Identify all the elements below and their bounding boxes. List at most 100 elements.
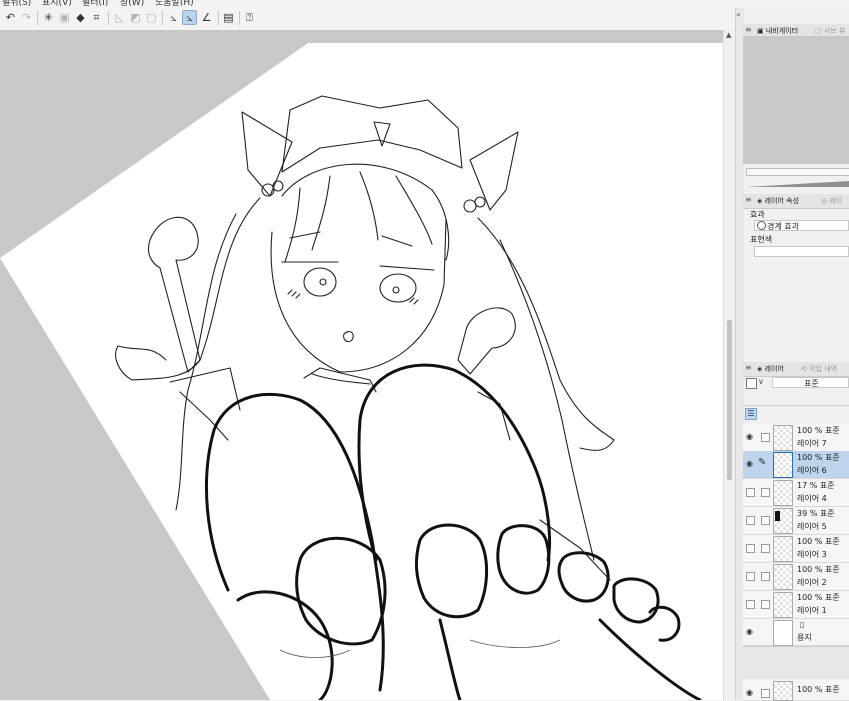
artwork-canvas[interactable] (0, 30, 723, 700)
notes-icon[interactable]: ▤ (221, 10, 236, 25)
tab-sub-view[interactable]: ▢ 서브 뷰 (815, 26, 845, 36)
ruler-pen-icon[interactable]: ⦣ (166, 10, 181, 25)
layer-visibility-checkbox[interactable] (746, 516, 755, 525)
layer-thumbnail (773, 681, 793, 701)
layer-blend-label: 100 % 표준 (797, 593, 840, 602)
menu-item-filter[interactable]: 필터(I) (82, 0, 108, 8)
layer-thumbnail (773, 508, 793, 534)
layer-thumbnail (773, 480, 793, 506)
tab-history[interactable]: ⟲ 작업 내역 (801, 364, 837, 374)
navigator-preview[interactable] (743, 36, 849, 164)
expression-color-select[interactable] (754, 246, 849, 257)
panel-menu-icon[interactable]: ≡ (745, 25, 752, 34)
rotate-slider[interactable] (746, 180, 849, 188)
pen-icon: ✎ (758, 457, 767, 468)
layer-row-3[interactable]: 100 % 표준 레이어 3 (743, 535, 849, 563)
layer-visibility-checkbox[interactable] (746, 544, 755, 553)
layer-lock-checkbox[interactable] (761, 689, 770, 698)
eye-icon[interactable]: ◉ (745, 688, 754, 697)
ruler-pen-active-icon[interactable]: ⦣ (182, 10, 197, 25)
expression-color-label: 표현색 (750, 235, 773, 244)
toolbar-separator (108, 11, 109, 25)
layer-property-tabs: ≡ ◈ 레이어 속성 ◎ 레이 (743, 194, 849, 209)
layer-name: 레이어 1 (797, 606, 827, 615)
layer-lock-checkbox[interactable] (761, 488, 770, 497)
collapse-icon[interactable]: « (736, 10, 741, 19)
copy-icon[interactable]: ▣ (57, 10, 72, 25)
eye-icon[interactable]: ◉ (745, 432, 754, 441)
layer-row-7[interactable]: ◉ 100 % 표준 레이어 7 (743, 424, 849, 452)
fill-icon[interactable]: ◆ (73, 10, 88, 25)
loading-icon[interactable]: ✳ (41, 10, 56, 25)
menu-item-select[interactable]: 필뒤(S) (2, 0, 31, 8)
tab-navigator[interactable]: ▣ 내비게이터 (757, 26, 798, 36)
deselect-icon[interactable]: ◺ (112, 10, 127, 25)
panel-menu-icon[interactable]: ≡ (745, 363, 752, 372)
tab-sub-view-label: 서브 뷰 (823, 27, 846, 35)
toolbar-separator (162, 11, 163, 25)
layer-thumbnail (773, 536, 793, 562)
layer-visibility-checkbox[interactable] (746, 600, 755, 609)
blend-mode-select[interactable]: 표준 (772, 377, 849, 388)
border-effect-option[interactable]: 경계 효과 (754, 220, 849, 231)
layer-thumbnail (773, 592, 793, 618)
layer-visibility-checkbox[interactable] (746, 572, 755, 581)
layer-color-checkbox[interactable] (746, 378, 757, 389)
layer-blend-label: 100 % 표준 (797, 453, 840, 462)
layer-lock-checkbox[interactable] (761, 572, 770, 581)
layer-name: 레이어 2 (797, 578, 827, 587)
layer-row-4[interactable]: 17 % 표준 레이어 4 (743, 479, 849, 507)
layer-name: 레이어 6 (797, 466, 827, 475)
tab-layer[interactable]: ◈ 레이어 (757, 364, 784, 374)
tab-layer-property[interactable]: ◈ 레이어 속성 (757, 196, 799, 206)
layer-panel-gap (743, 646, 849, 679)
ruler-angle-icon[interactable]: ∠ (199, 10, 214, 25)
layer-lock-checkbox[interactable] (761, 544, 770, 553)
layer-blend-label: 100 % 표준 (797, 537, 840, 546)
layer-blend-label: 17 % 표준 (797, 481, 835, 490)
layer-blend-label: 100 % 표준 (797, 565, 840, 574)
transform-icon[interactable]: ⌗ (89, 10, 104, 25)
undo-icon[interactable]: ↶ (3, 10, 18, 25)
layer-panel-tabs: ≡ ◈ 레이어 ⟲ 작업 내역 (743, 362, 849, 377)
layer-row-2[interactable]: 100 % 표준 레이어 2 (743, 563, 849, 591)
chevron-down-icon[interactable]: ∨ (758, 377, 764, 386)
menu-item-help[interactable]: 도움말(H) (155, 0, 194, 8)
eye-icon[interactable]: ◉ (745, 459, 754, 468)
layer-blend-label: 39 % 표준 (797, 509, 835, 518)
layer-blend-label: 100 % 표준 (797, 685, 840, 694)
layer-row-6[interactable]: ◉ ✎ 100 % 표준 레이어 6 (743, 451, 849, 479)
layer-row-1[interactable]: 100 % 표준 레이어 1 (743, 591, 849, 619)
layer-name: 레이어 3 (797, 550, 827, 559)
tab-navigator-label: 내비게이터 (765, 27, 799, 35)
scroll-up-icon[interactable]: ▲ (726, 31, 731, 39)
help-icon[interactable]: ⍰ (242, 10, 257, 25)
selection-border-icon[interactable]: ▢ (144, 10, 159, 25)
paper-thumbnail (773, 620, 793, 646)
layer-list-icon[interactable]: ☰ (745, 408, 757, 420)
layer-name: 레이어 7 (797, 439, 827, 448)
toolbar-separator (218, 11, 219, 25)
layer-row-paper[interactable]: ◉ ▯ 용지 (743, 619, 849, 646)
menu-item-window[interactable]: 창(W) (120, 0, 144, 8)
invert-selection-icon[interactable]: ◩ (128, 10, 143, 25)
scrollbar-thumb[interactable] (727, 320, 732, 480)
tab-layer-property-label: 레이어 속성 (764, 197, 800, 205)
canvas-area[interactable] (0, 30, 723, 700)
layer-visibility-checkbox[interactable] (746, 488, 755, 497)
panel-menu-icon[interactable]: ≡ (745, 195, 752, 204)
layer-lock-checkbox[interactable] (761, 516, 770, 525)
layer-thumbnail (773, 452, 793, 478)
tab-layer-search[interactable]: ◎ 레이 (821, 196, 842, 206)
effect-label: 효과 (750, 210, 765, 219)
layer-name: 레이어 5 (797, 522, 827, 531)
layer-row-5[interactable]: 39 % 표준 레이어 5 (743, 507, 849, 535)
redo-icon[interactable]: ↷ (19, 10, 34, 25)
layer-lock-checkbox[interactable] (761, 433, 770, 442)
eye-icon[interactable]: ◉ (745, 627, 754, 636)
tab-layer-label: 레이어 (764, 365, 784, 373)
menu-item-view[interactable]: 표시(V) (42, 0, 72, 8)
zoom-slider[interactable] (746, 168, 849, 176)
layer-lock-checkbox[interactable] (761, 600, 770, 609)
layer-row-bottom[interactable]: ◉ 100 % 표준 (743, 680, 849, 701)
